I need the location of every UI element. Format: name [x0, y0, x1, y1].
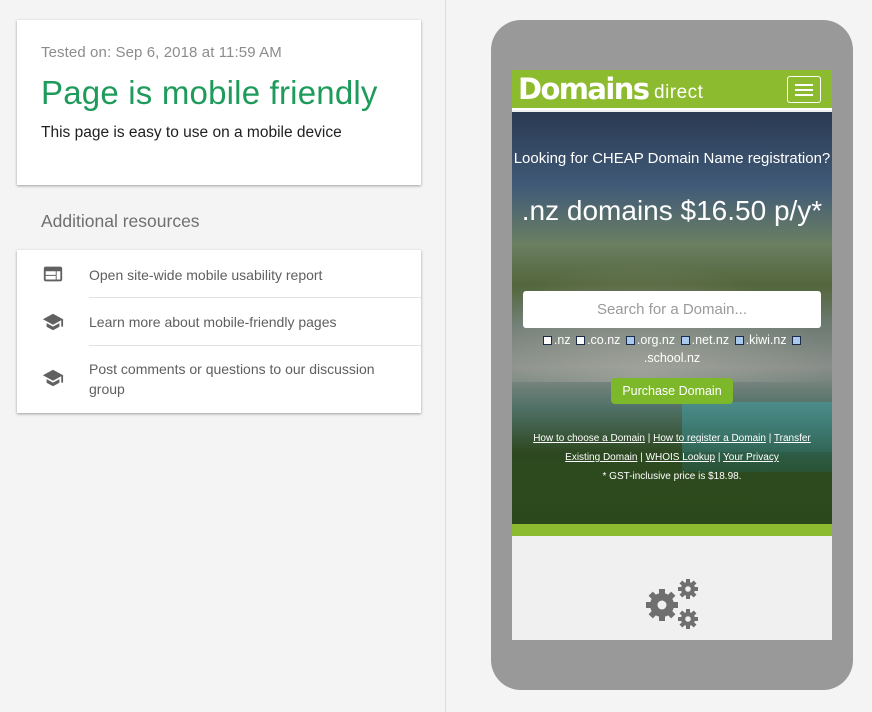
- resource-divider: [89, 297, 421, 298]
- tld-label: .org.nz: [636, 333, 676, 347]
- mobile-friendly-subline: This page is easy to use on a mobile dev…: [41, 124, 342, 141]
- school-icon: [42, 369, 64, 387]
- link-whois-lookup[interactable]: WHOIS Lookup: [646, 452, 715, 463]
- link-choose-domain[interactable]: How to choose a Domain: [533, 433, 645, 444]
- help-links: How to choose a Domain | How to register…: [533, 433, 811, 482]
- site-footer-bar: [512, 524, 832, 536]
- resource-divider: [89, 345, 421, 346]
- tld-label: .kiwi.nz: [745, 333, 787, 347]
- resource-item-label: Open site-wide mobile usability report: [89, 267, 323, 283]
- hero-question: Looking for CHEAP Domain Name registrati…: [513, 150, 831, 167]
- resource-item-label: Post comments or questions to our discus…: [89, 361, 375, 397]
- mobile-friendly-headline: Page is mobile friendly: [41, 74, 378, 111]
- panel-divider: [445, 0, 446, 712]
- hamburger-menu-icon[interactable]: [787, 76, 821, 103]
- tested-on-text: Tested on: Sep 6, 2018 at 11:59 AM: [41, 44, 282, 61]
- gst-note: * GST-inclusive price is $18.98.: [602, 471, 742, 482]
- purchase-domain-button[interactable]: Purchase Domain: [611, 378, 733, 404]
- site-logo-sub: direct: [654, 82, 704, 103]
- mobile-preview-screen: Domains direct Looking for CHEAP Domain …: [512, 70, 832, 640]
- resource-item-learn-more[interactable]: Learn more about mobile-friendly pages: [17, 308, 421, 344]
- tld-checkbox[interactable]: [680, 336, 690, 345]
- tld-label: .school.nz: [643, 351, 701, 365]
- hero-section: Looking for CHEAP Domain Name registrati…: [512, 112, 832, 524]
- tld-checkbox[interactable]: [576, 336, 586, 345]
- tld-label: .nz: [553, 333, 571, 347]
- additional-resources-title: Additional resources: [41, 211, 200, 231]
- tld-checkbox[interactable]: [542, 336, 552, 345]
- tld-label: .net.nz: [691, 333, 730, 347]
- gears-icon: [646, 579, 698, 629]
- tld-label: .co.nz: [587, 333, 621, 347]
- tld-checkbox[interactable]: [734, 336, 744, 345]
- link-privacy[interactable]: Your Privacy: [723, 452, 779, 463]
- site-header: Domains direct: [512, 70, 832, 110]
- resource-item-label: Learn more about mobile-friendly pages: [89, 314, 337, 330]
- site-logo[interactable]: Domains: [518, 72, 650, 106]
- resources-card: Open site-wide mobile usability report L…: [17, 250, 421, 413]
- resource-item-discussion-group[interactable]: Post comments or questions to our discus…: [17, 356, 421, 406]
- link-register-domain[interactable]: How to register a Domain: [653, 433, 766, 444]
- tld-checkbox[interactable]: [792, 336, 802, 345]
- tld-checkbox[interactable]: [625, 336, 635, 345]
- left-panel: Tested on: Sep 6, 2018 at 11:59 AM Page …: [0, 0, 446, 712]
- school-icon: [42, 313, 64, 331]
- tld-checkbox-group: .nz .co.nz .org.nz .net.nz .kiwi.nz .sch…: [522, 331, 822, 367]
- result-card: Tested on: Sep 6, 2018 at 11:59 AM Page …: [17, 20, 421, 185]
- web-icon: [43, 266, 63, 282]
- hero-price: .nz domains $16.50 p/y*: [521, 195, 823, 226]
- domain-search-input[interactable]: Search for a Domain...: [523, 291, 821, 328]
- resource-item-usability-report[interactable]: Open site-wide mobile usability report: [17, 261, 421, 297]
